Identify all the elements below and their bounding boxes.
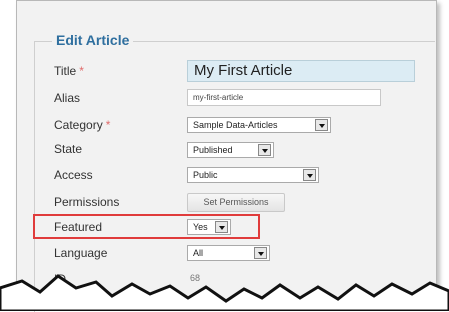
torn-edge — [0, 274, 449, 311]
edit-article-panel: Edit Article Title * My First Article Ali… — [0, 0, 449, 312]
